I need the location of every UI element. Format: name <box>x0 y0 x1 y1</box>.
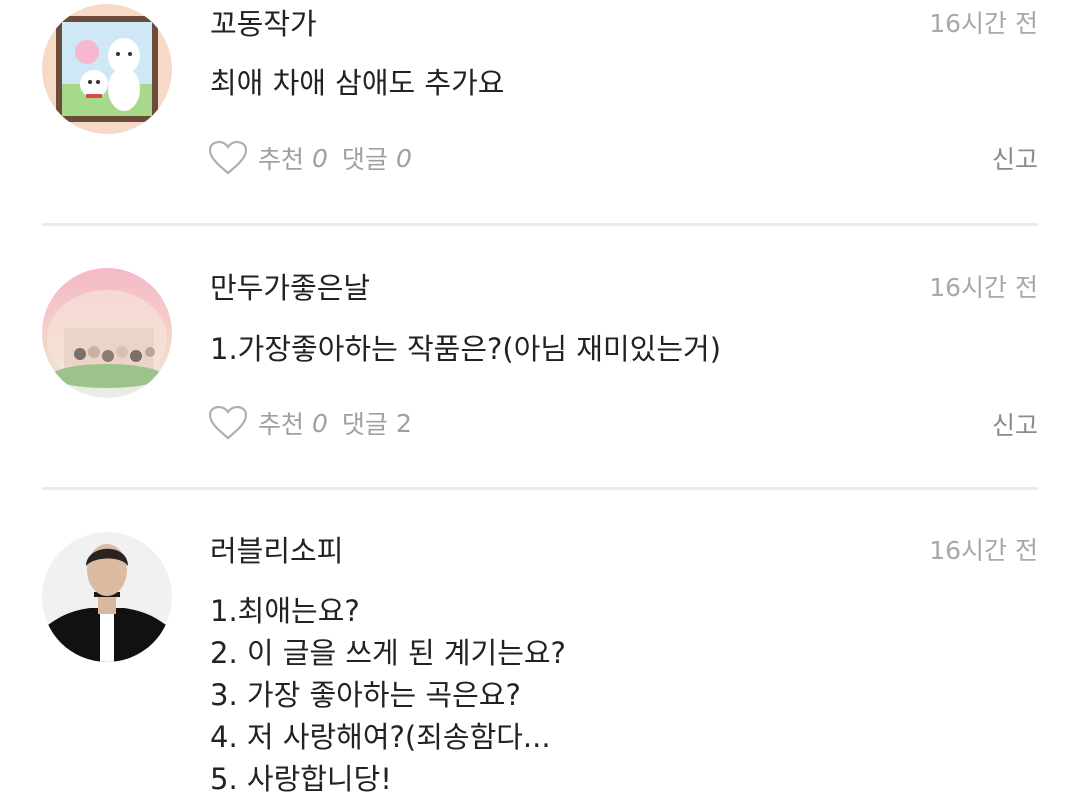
comment-actions: 추천 0 댓글 0 <box>208 138 426 178</box>
avatar[interactable] <box>42 532 172 662</box>
timestamp: 16시간 전 <box>929 536 1038 565</box>
avatar-image <box>42 532 172 662</box>
reply-count: 2 <box>395 408 412 438</box>
report-button[interactable]: 신고 <box>992 142 1038 178</box>
reply-label[interactable]: 댓글 <box>342 405 388 441</box>
reply-count: 0 <box>395 143 412 173</box>
author-name[interactable]: 꼬동작가 <box>210 6 317 42</box>
avatar[interactable] <box>42 268 172 398</box>
avatar-image <box>42 268 172 398</box>
divider <box>42 223 1038 226</box>
reply-label[interactable]: 댓글 <box>342 140 388 176</box>
recommend-label[interactable]: 추천 <box>258 405 304 441</box>
report-button[interactable]: 신고 <box>992 408 1038 444</box>
timestamp: 16시간 전 <box>929 9 1038 38</box>
avatar-image <box>42 4 172 134</box>
comment-actions: 추천 0 댓글 2 <box>208 403 426 443</box>
comment-text: 1.최애는요? 2. 이 글을 쓰게 된 계기는요? 3. 가장 좋아하는 곡은… <box>210 594 566 796</box>
comment-text: 최애 차애 삼애도 추가요 <box>210 66 505 100</box>
author-name[interactable]: 러블리소피 <box>210 533 343 569</box>
heart-icon[interactable] <box>208 405 248 441</box>
recommend-count: 0 <box>312 143 328 173</box>
timestamp: 16시간 전 <box>929 273 1038 302</box>
recommend-label[interactable]: 추천 <box>258 140 304 176</box>
heart-icon[interactable] <box>208 140 248 176</box>
author-name[interactable]: 만두가좋은날 <box>210 270 370 306</box>
comment-text: 1.가장좋아하는 작품은?(아님 재미있는거) <box>210 332 722 366</box>
avatar[interactable] <box>42 4 172 134</box>
recommend-count: 0 <box>312 408 328 438</box>
divider <box>42 487 1038 490</box>
